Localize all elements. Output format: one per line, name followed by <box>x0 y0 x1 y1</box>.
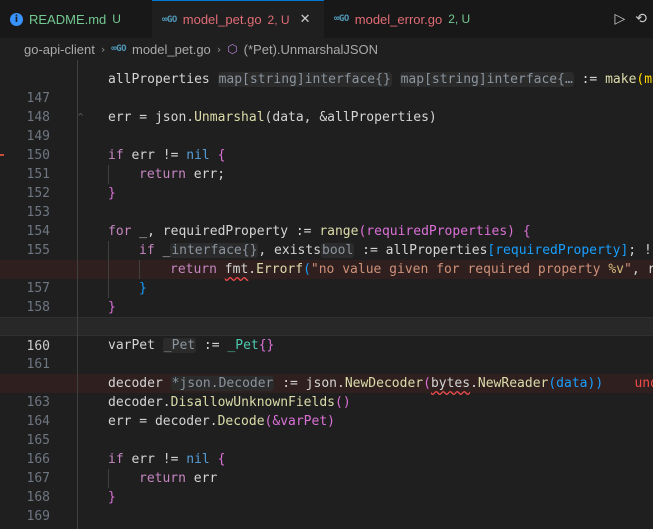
tab-status: 2, U <box>448 12 471 26</box>
code-line: 148 <box>0 89 653 125</box>
chevron-right-icon: › <box>216 42 222 56</box>
info-icon: i <box>10 12 23 26</box>
play-icon[interactable]: ▷ <box>614 11 625 27</box>
code-line: 156 if _interface{}, existsbool := allPr… <box>0 241 653 277</box>
tab-model-error[interactable]: ∞GO model_error.go 2, U <box>324 0 484 38</box>
go-file-icon: ∞GO <box>334 14 349 24</box>
tab-readme[interactable]: i README.md U <box>0 0 152 38</box>
code-line: 161 varPet _Pet := _Pet{} <box>0 336 653 372</box>
indent-guide <box>77 60 78 529</box>
code-line-error: 163 decoder *json.Decoder := json.NewDec… <box>0 374 653 410</box>
chevron-right-icon: › <box>100 42 106 56</box>
tab-label: model_error.go <box>354 11 443 27</box>
cube-icon: ⬡ <box>227 42 238 56</box>
history-icon[interactable]: ⟲ <box>635 11 647 27</box>
code-line-error: 157 return fmt.Errorf("no value given fo… <box>0 260 653 296</box>
breadcrumb-symbol[interactable]: (*Pet).UnmarshalJSON <box>244 42 378 57</box>
close-icon[interactable]: ✕ <box>300 12 311 27</box>
code-line: 153 } <box>0 184 653 220</box>
code-editor[interactable]: 147 ⌃ allProperties map[string]interface… <box>0 60 653 529</box>
code-line: 167 if err != nil { <box>0 450 653 486</box>
code-line: 162 <box>0 355 653 391</box>
go-file-icon: ∞GO <box>111 44 126 54</box>
code-line: 154 <box>0 203 653 239</box>
tab-label: README.md <box>29 11 107 27</box>
indent-guide <box>108 469 109 488</box>
tab-label: model_pet.go <box>182 12 262 27</box>
code-line: 152 return err; <box>0 165 653 201</box>
code-line: 159 } <box>0 298 653 334</box>
code-line: 155 for _, requiredProperty := range(req… <box>0 222 653 258</box>
tab-status: 2, U <box>267 12 290 27</box>
tab-status: U <box>112 12 121 26</box>
breadcrumb-folder[interactable]: go-api-client <box>24 42 95 57</box>
indent-guide <box>108 165 109 184</box>
breadcrumb-file[interactable]: model_pet.go <box>132 42 211 57</box>
go-file-icon: ∞GO <box>162 14 177 25</box>
code-line: 150 <box>0 127 653 163</box>
indent-guide <box>139 260 140 279</box>
code-line: 165 err = decoder.Decode(&varPet) <box>0 412 653 448</box>
code-line: 147 ⌃ allProperties map[string]interface… <box>0 70 653 124</box>
code-line: 170 <box>0 507 653 529</box>
code-line: 169 } <box>0 488 653 524</box>
indent-guide <box>108 241 109 298</box>
code-line: 164 decoder.DisallowUnknownFields() <box>0 393 653 429</box>
inline-error-message: unde <box>634 376 653 391</box>
code-line: 151 if err != nil { <box>0 146 653 182</box>
code-line: 166 <box>0 431 653 467</box>
code-line: 168 return err <box>0 469 653 505</box>
code-line: 149 err = json.Unmarshal(data, &allPrope… <box>0 108 653 144</box>
editor-actions: ▷ ⟲ <box>614 0 653 38</box>
code-line: 158 } <box>0 279 653 315</box>
breadcrumb: go-api-client › ∞GO model_pet.go › ⬡ (*P… <box>0 38 653 60</box>
code-line-current: 160 <box>0 317 653 354</box>
tab-model-pet[interactable]: ∞GO model_pet.go 2, U ✕ <box>152 0 324 38</box>
tab-bar: i README.md U ∞GO model_pet.go 2, U ✕ ∞G… <box>0 0 653 39</box>
